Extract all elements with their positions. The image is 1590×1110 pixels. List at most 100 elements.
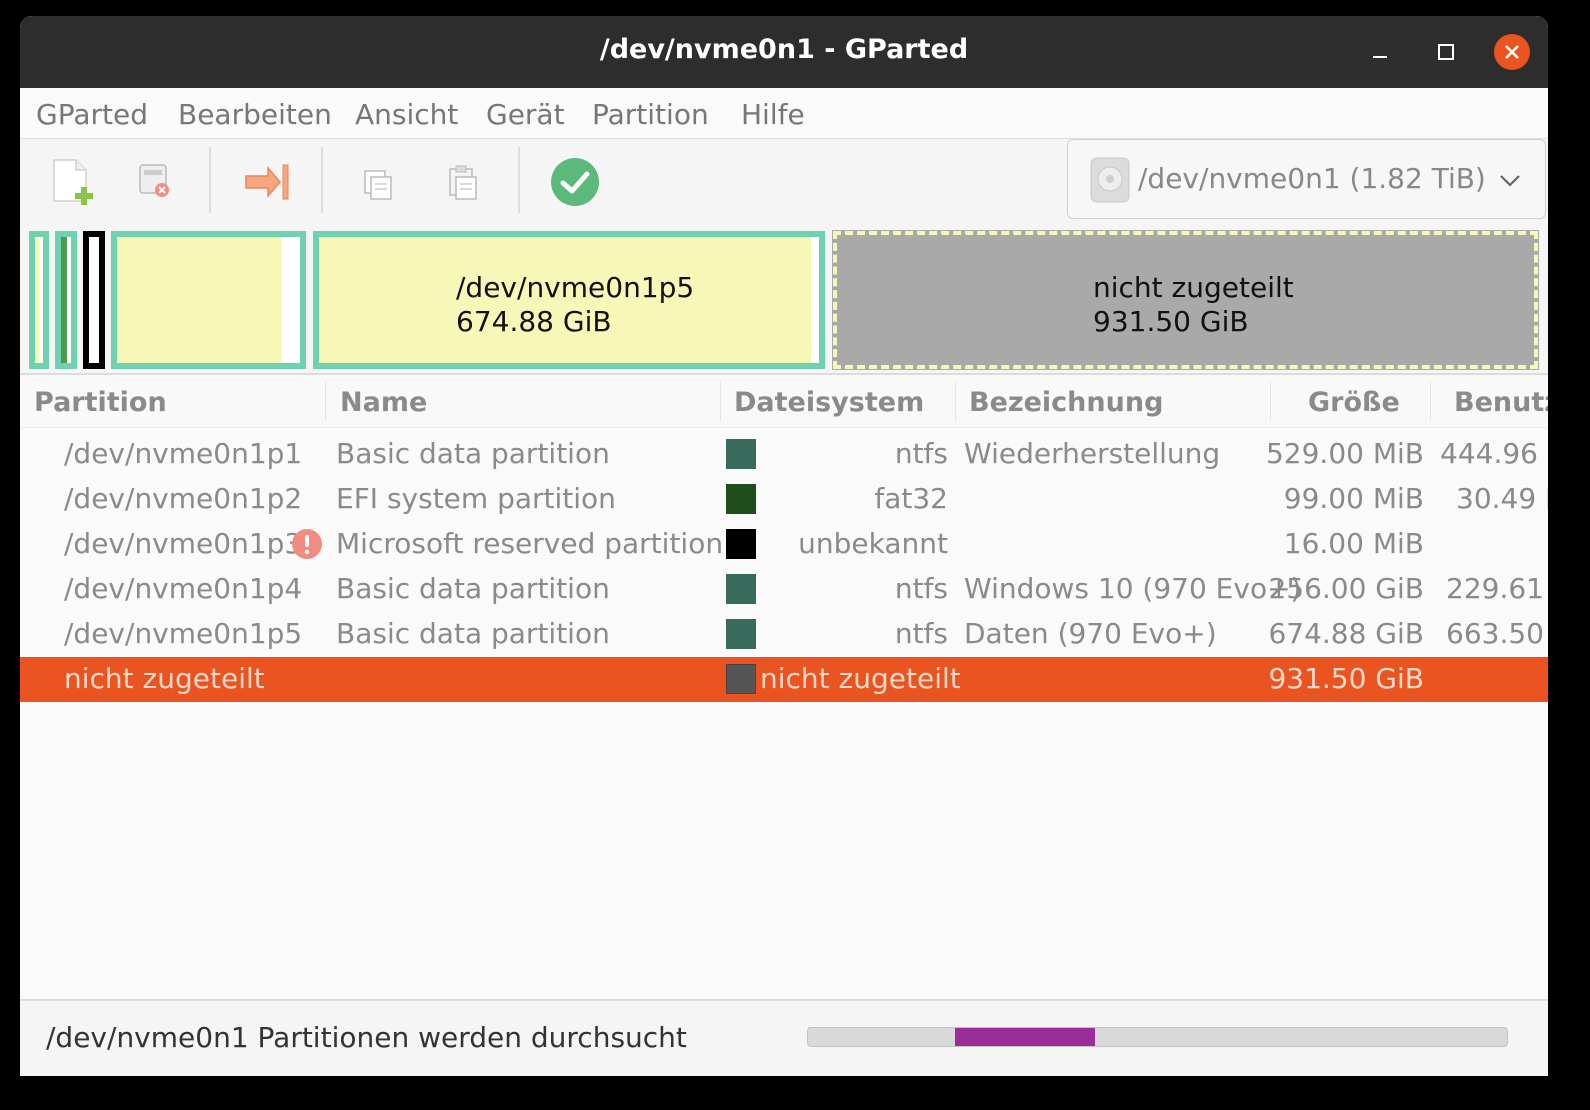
diskmap-unallocated-size: 931.50 GiB <box>1093 305 1249 338</box>
cell-partition: /dev/nvme0n1p4 <box>64 572 303 605</box>
cell-filesystem: fat32 <box>874 482 948 515</box>
delete-partition-button[interactable] <box>130 157 180 207</box>
diskmap-p1[interactable] <box>29 231 49 369</box>
cell-label: Daten (970 Evo+) <box>964 617 1217 650</box>
column-separator <box>955 381 956 421</box>
cell-partition: nicht zugeteilt <box>64 662 265 695</box>
menu-hilfe[interactable]: Hilfe <box>741 98 805 131</box>
menu-ansicht[interactable]: Ansicht <box>355 98 458 131</box>
cell-name: Microsoft reserved partition <box>336 527 724 560</box>
column-separator <box>325 381 326 421</box>
diskmap-p3[interactable] <box>83 231 105 369</box>
maximize-button[interactable] <box>1428 34 1464 70</box>
delete-disk-icon <box>139 164 169 197</box>
cell-size: 529.00 MiB <box>1265 437 1424 470</box>
column-used[interactable]: Benutz <box>1454 387 1548 418</box>
cell-size: 256.00 GiB <box>1268 572 1424 605</box>
partition-table: Partition Name Dateisystem Bezeichnung G… <box>20 375 1548 999</box>
cell-label: Wiederherstellung <box>964 437 1221 470</box>
status-bar: /dev/nvme0n1 Partitionen werden durchsuc… <box>20 1001 1548 1076</box>
cell-filesystem: nicht zugeteilt <box>760 662 961 695</box>
checkmark-icon <box>551 158 599 206</box>
column-filesystem[interactable]: Dateisystem <box>734 387 924 418</box>
toolbar-separator <box>209 147 211 213</box>
column-size[interactable]: Größe <box>1308 387 1400 418</box>
apply-button[interactable] <box>550 157 600 207</box>
cell-used: 663.50 G <box>1446 617 1548 650</box>
cell-partition: /dev/nvme0n1p2 <box>64 482 303 515</box>
toolbar-separator <box>321 147 323 213</box>
table-row[interactable]: /dev/nvme0n1p1 Basic data partition ntfs… <box>20 432 1548 477</box>
minimize-button[interactable] <box>1362 34 1398 70</box>
paste-button[interactable] <box>438 157 488 207</box>
menu-bar: GParted Bearbeiten Ansicht Gerät Partiti… <box>20 88 1548 139</box>
device-label: /dev/nvme0n1 (1.82 TiB) <box>1138 162 1486 195</box>
table-row[interactable]: /dev/nvme0n1p5 Basic data partition ntfs… <box>20 612 1548 657</box>
minimize-icon <box>1373 56 1387 58</box>
table-row-selected[interactable]: nicht zugeteilt nicht zugeteilt 931.50 G… <box>20 657 1548 702</box>
maximize-icon <box>1438 44 1454 60</box>
column-separator <box>1430 381 1431 421</box>
column-name[interactable]: Name <box>340 387 427 418</box>
cell-filesystem: ntfs <box>894 572 948 605</box>
copy-icon <box>364 170 392 200</box>
toolbar-separator <box>518 147 520 213</box>
menu-geraet[interactable]: Gerät <box>486 98 565 131</box>
cell-filesystem: ntfs <box>894 437 948 470</box>
new-partition-button[interactable] <box>48 157 98 207</box>
table-header: Partition Name Dateisystem Bezeichnung G… <box>20 375 1548 428</box>
disk-map: /dev/nvme0n1p5 674.88 GiB nicht zugeteil… <box>20 227 1548 375</box>
cell-label: Windows 10 (970 Evo+) <box>964 572 1302 605</box>
filesystem-color-swatch <box>726 529 756 559</box>
column-partition[interactable]: Partition <box>34 387 167 418</box>
cell-size: 99.00 MiB <box>1283 482 1424 515</box>
new-document-icon <box>53 159 93 205</box>
cell-size: 674.88 GiB <box>1268 617 1424 650</box>
paste-icon <box>449 165 477 200</box>
close-icon <box>1505 45 1519 59</box>
menu-bearbeiten[interactable]: Bearbeiten <box>178 98 332 131</box>
status-text: /dev/nvme0n1 Partitionen werden durchsuc… <box>46 1021 687 1054</box>
cell-size: 16.00 MiB <box>1283 527 1424 560</box>
copy-button[interactable] <box>353 157 403 207</box>
gparted-window: /dev/nvme0n1 - GParted GParted Bearbeite… <box>20 16 1548 1076</box>
title-bar[interactable]: /dev/nvme0n1 - GParted <box>20 16 1548 88</box>
resize-move-button[interactable] <box>242 157 292 207</box>
toolbar: /dev/nvme0n1 (1.82 TiB) <box>20 139 1548 227</box>
scan-progress-bar <box>807 1027 1508 1047</box>
hard-disk-icon <box>1090 157 1130 203</box>
cell-used: 30.49 M <box>1456 482 1548 515</box>
table-row[interactable]: /dev/nvme0n1p2 EFI system partition fat3… <box>20 477 1548 522</box>
cell-partition: /dev/nvme0n1p3 <box>64 527 303 560</box>
menu-gparted[interactable]: GParted <box>36 98 148 131</box>
filesystem-color-swatch <box>726 439 756 469</box>
menu-partition[interactable]: Partition <box>592 98 709 131</box>
filesystem-color-swatch <box>726 574 756 604</box>
cell-name: Basic data partition <box>336 572 610 605</box>
progress-fill <box>954 1028 1095 1046</box>
window-title: /dev/nvme0n1 - GParted <box>599 34 969 65</box>
diskmap-p5[interactable]: /dev/nvme0n1p5 674.88 GiB <box>313 231 825 369</box>
cell-size: 931.50 GiB <box>1268 662 1424 695</box>
column-separator <box>1270 381 1271 421</box>
filesystem-color-swatch <box>726 484 756 514</box>
table-row[interactable]: /dev/nvme0n1p3 Microsoft reserved partit… <box>20 522 1548 567</box>
cell-partition: /dev/nvme0n1p1 <box>64 437 303 470</box>
diskmap-p2[interactable] <box>55 231 77 369</box>
device-selector[interactable]: /dev/nvme0n1 (1.82 TiB) <box>1067 139 1546 219</box>
cell-used: 229.61 G <box>1446 572 1548 605</box>
table-row[interactable]: /dev/nvme0n1p4 Basic data partition ntfs… <box>20 567 1548 612</box>
diskmap-p5-size: 674.88 GiB <box>456 305 612 338</box>
diskmap-unallocated-name: nicht zugeteilt <box>1093 271 1294 304</box>
resize-arrow-icon <box>245 164 289 200</box>
diskmap-p4[interactable] <box>111 231 306 369</box>
close-button[interactable] <box>1494 34 1530 70</box>
cell-name: Basic data partition <box>336 617 610 650</box>
cell-filesystem: unbekannt <box>798 527 948 560</box>
cell-partition: /dev/nvme0n1p5 <box>64 617 303 650</box>
cell-filesystem: ntfs <box>894 617 948 650</box>
diskmap-unallocated[interactable]: nicht zugeteilt 931.50 GiB <box>832 230 1539 370</box>
cell-used: 444.96 M <box>1440 437 1548 470</box>
column-label[interactable]: Bezeichnung <box>969 387 1163 418</box>
chevron-down-icon <box>1500 175 1520 187</box>
